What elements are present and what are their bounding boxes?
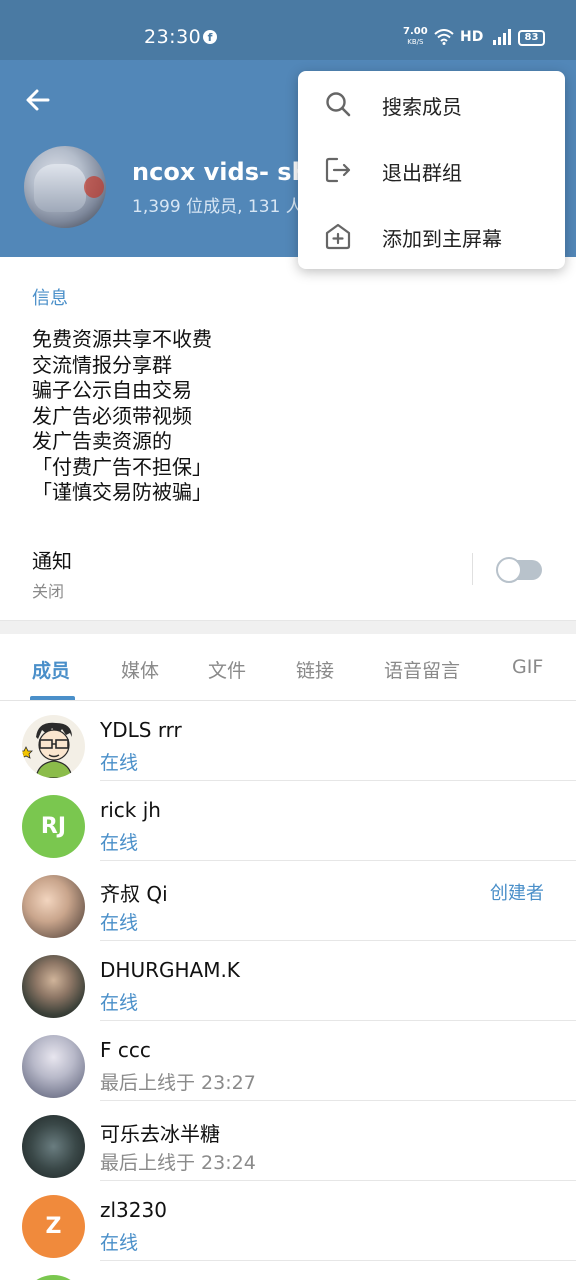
status-bar: 23:30 f 7.00 KB/S HD 83 (0, 0, 576, 60)
member-status: 在线 (100, 912, 139, 934)
avatar: RJ (22, 795, 85, 858)
description-line: 发广告必须带视频 (32, 403, 192, 428)
member-status: 最后上线于 23:27 (100, 1072, 256, 1094)
cartoon-avatar-icon (22, 715, 85, 778)
network-speed-value: 7.00 (403, 26, 428, 37)
info-section: 信息 免费资源共享不收费 交流情报分享群 骗子公示自由交易 发广告必须带视频 发… (0, 257, 576, 620)
list-item[interactable]: 可乐去冰半糖 最后上线于 23:24 (0, 1101, 576, 1181)
member-status: 在线 (100, 1232, 139, 1254)
list-item[interactable]: 齐叔 Qi 在线 创建者 (0, 861, 576, 941)
tab-files[interactable]: 文件 (208, 656, 246, 683)
group-title: ncox vids- sha (132, 158, 325, 186)
avatar (22, 715, 85, 778)
member-name: 齐叔 Qi (100, 882, 168, 906)
status-time: 23:30 (144, 26, 202, 48)
description-line: 骗子公示自由交易 (32, 378, 192, 402)
wifi-icon (434, 29, 454, 45)
avatar (22, 875, 85, 938)
back-arrow-icon[interactable] (22, 84, 54, 116)
avatar (22, 955, 85, 1018)
menu-item-search-members[interactable]: 搜索成员 (298, 71, 565, 137)
group-description: 免费资源共享不收费 交流情报分享群 骗子公示自由交易 发广告必须带视频 发广告卖… (32, 327, 212, 506)
toggle-knob (496, 557, 522, 583)
list-item[interactable] (0, 1261, 576, 1280)
list-item[interactable]: YDLS rrr 在线 (0, 701, 576, 781)
notifications-status: 关闭 (32, 582, 65, 601)
menu-item-label: 搜索成员 (382, 95, 462, 119)
description-line: 「谨慎交易防被骗」 (32, 480, 212, 504)
member-name: 可乐去冰半糖 (100, 1122, 220, 1146)
member-name: zl3230 (100, 1198, 167, 1222)
menu-item-add-home[interactable]: 添加到主屏幕 (298, 203, 565, 269)
divider (472, 553, 473, 585)
member-status: 最后上线于 23:24 (100, 1152, 256, 1174)
search-icon (326, 92, 351, 117)
tab-members[interactable]: 成员 (32, 656, 70, 683)
tab-gif[interactable]: GIF (512, 656, 543, 678)
network-speed: 7.00 KB/S (403, 27, 428, 47)
notifications-toggle[interactable] (496, 557, 542, 583)
menu-item-label: 退出群组 (382, 161, 462, 185)
list-item[interactable]: RJ rick jh 在线 (0, 781, 576, 861)
list-item[interactable]: DHURGHAM.K 在线 (0, 941, 576, 1021)
add-home-icon (325, 223, 351, 250)
creator-badge: 创建者 (490, 883, 544, 904)
facebook-icon: f (203, 30, 217, 44)
description-line: 交流情报分享群 (32, 352, 172, 377)
avatar (22, 1275, 85, 1280)
member-status: 在线 (100, 832, 139, 854)
member-name: YDLS rrr (100, 718, 182, 742)
signal-icon (493, 29, 511, 45)
notifications-label[interactable]: 通知 (32, 545, 72, 574)
group-avatar[interactable] (24, 146, 106, 228)
description-line: 免费资源共享不收费 (32, 327, 212, 351)
member-status: 在线 (100, 752, 139, 774)
tab-voice[interactable]: 语音留言 (384, 656, 460, 683)
description-line: 发广告卖资源的 (32, 429, 172, 453)
avatar (22, 1115, 85, 1178)
list-item[interactable]: F ccc 最后上线于 23:27 (0, 1021, 576, 1101)
menu-item-label: 添加到主屏幕 (382, 227, 502, 251)
network-speed-unit: KB/S (407, 38, 424, 46)
battery-indicator: 83 (518, 30, 545, 46)
group-avatar-accent (84, 176, 104, 198)
avatar: Z (22, 1195, 85, 1258)
overflow-menu: 搜索成员 退出群组 添加到主屏幕 (298, 71, 565, 269)
group-member-count: 1,399 位成员, 131 人 (132, 197, 303, 217)
avatar (22, 1035, 85, 1098)
member-list: YDLS rrr 在线 RJ rick jh 在线 齐叔 Qi 在线 创建者 D… (0, 701, 576, 1280)
info-section-title: 信息 (32, 288, 68, 309)
member-name: F ccc (100, 1038, 151, 1062)
leave-icon (325, 157, 351, 183)
active-tab-indicator (30, 696, 75, 700)
tab-links[interactable]: 链接 (296, 656, 334, 683)
description-line: 「付费广告不担保」 (32, 454, 212, 479)
group-avatar-shape (34, 164, 86, 212)
member-status: 在线 (100, 992, 139, 1014)
hd-indicator: HD (460, 29, 484, 45)
menu-item-leave-group[interactable]: 退出群组 (298, 137, 565, 203)
media-tabs: 成员 媒体 文件 链接 语音留言 GIF (0, 634, 576, 701)
tab-media[interactable]: 媒体 (121, 656, 159, 683)
member-name: DHURGHAM.K (100, 958, 240, 982)
member-name: rick jh (100, 798, 161, 822)
list-item[interactable]: Z zl3230 在线 (0, 1181, 576, 1261)
section-divider (0, 620, 576, 634)
